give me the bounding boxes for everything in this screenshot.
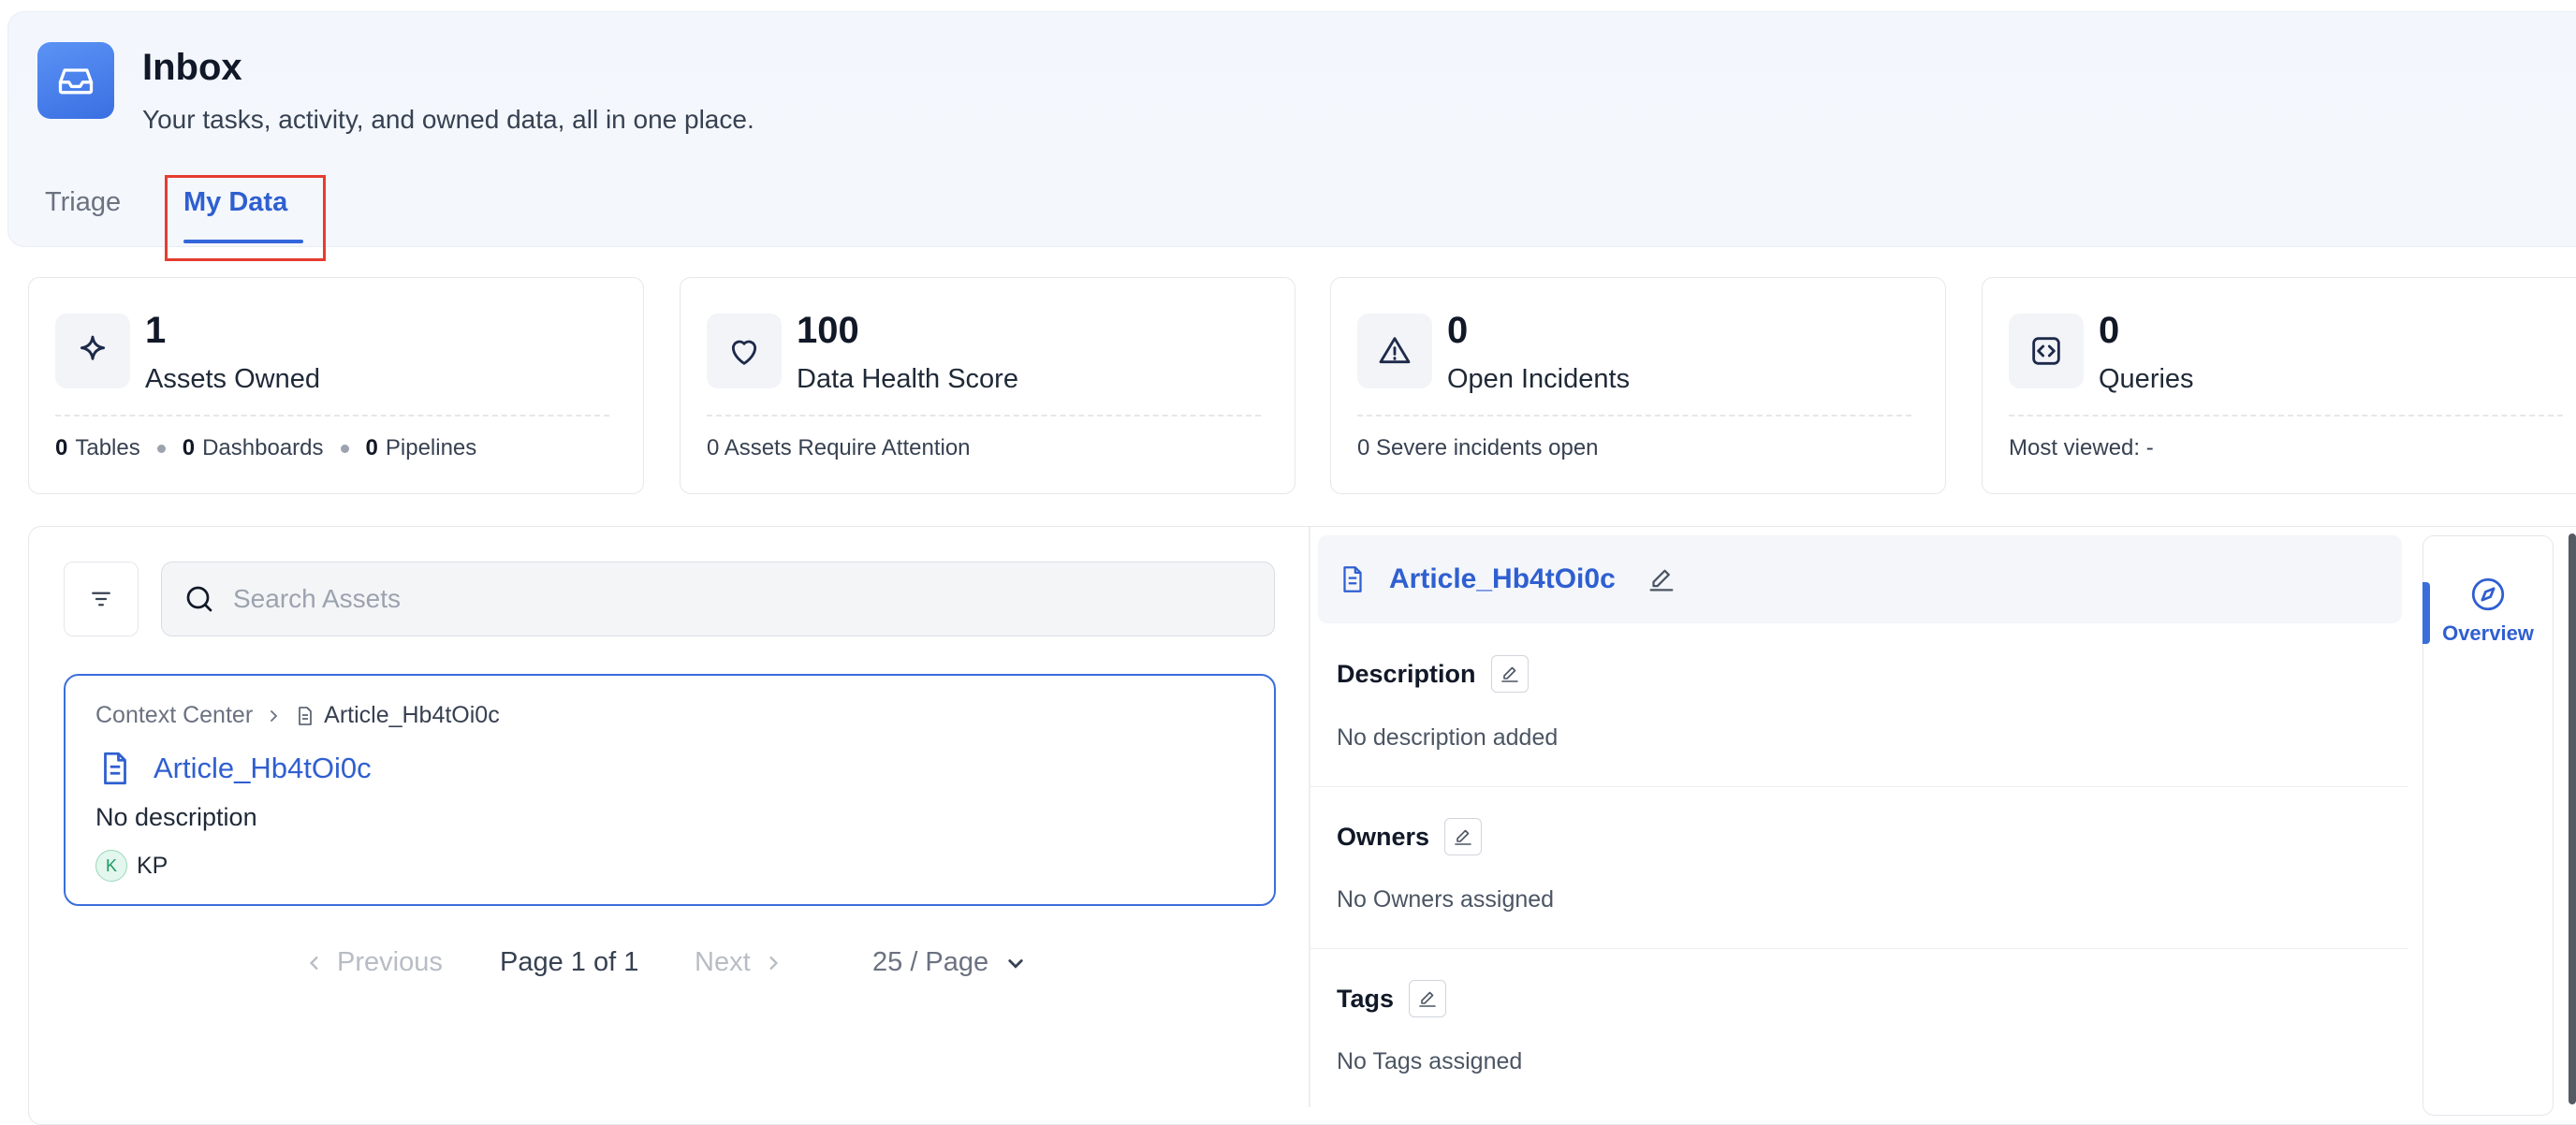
tables-label: Tables: [75, 435, 140, 460]
asset-card[interactable]: Context Center Article_Hb4tOi0c Article_…: [64, 674, 1276, 906]
dashboards-count: 0: [182, 435, 196, 460]
avatar: K: [95, 850, 127, 882]
next-label: Next: [695, 947, 751, 977]
edit-owners-button[interactable]: [1444, 818, 1483, 855]
description-section-title: Description: [1337, 655, 1529, 693]
stat-label: Data Health Score: [797, 364, 1018, 394]
rail-item-overview[interactable]: Overview: [2434, 575, 2542, 646]
previous-page-button[interactable]: Previous: [301, 947, 443, 978]
edit-tags-button[interactable]: [1409, 980, 1447, 1017]
tab-triage[interactable]: Triage: [45, 187, 121, 218]
previous-label: Previous: [337, 947, 443, 977]
section-divider: [1310, 786, 2408, 787]
stat-label: Assets Owned: [145, 364, 320, 394]
chevron-right-icon: [271, 709, 278, 722]
active-rail-indicator: [2422, 582, 2430, 644]
stat-value: 100: [797, 310, 859, 351]
next-page-button[interactable]: Next: [695, 947, 786, 978]
stat-footer: Most viewed: -: [2009, 435, 2154, 460]
separator-dot: [156, 444, 166, 453]
search-box: [161, 562, 1275, 636]
inbox-icon: [37, 42, 114, 119]
stat-footer: 0 Assets Require Attention: [707, 435, 971, 460]
asset-description: No description: [95, 803, 257, 831]
panel-divider: [1309, 527, 1310, 1107]
stat-card-assets-owned: 1 Assets Owned 0 Tables 0 Dashboards 0 P…: [28, 277, 644, 494]
page-size-label: 25 / Page: [872, 947, 989, 977]
chevron-left-icon: [309, 956, 318, 970]
detail-header: Article_Hb4tOi0c: [1318, 535, 2402, 623]
edit-icon: [1500, 666, 1518, 682]
filter-button[interactable]: [64, 562, 139, 636]
breadcrumb: Context Center Article_Hb4tOi0c: [95, 702, 500, 729]
edit-description-button[interactable]: [1490, 655, 1529, 693]
chevron-right-icon: [769, 956, 778, 970]
page-info: Page 1 of 1: [500, 947, 639, 977]
breadcrumb-root[interactable]: Context Center: [95, 702, 253, 729]
chevron-down-icon: [1008, 958, 1023, 969]
heart-icon: [707, 314, 782, 388]
pipelines-label: Pipelines: [385, 435, 477, 460]
separator-dot: [340, 444, 349, 453]
stat-divider: [707, 415, 1261, 416]
compass-icon: [2471, 577, 2505, 611]
breadcrumb-current: Article_Hb4tOi0c: [324, 702, 500, 728]
stat-divider: [2009, 415, 2563, 416]
filter-icon: [92, 592, 110, 606]
edit-icon: [1419, 991, 1436, 1007]
document-icon: [1343, 566, 1362, 592]
owner-name[interactable]: KP: [137, 853, 168, 880]
stat-card-data-health: 100 Data Health Score 0 Assets Require A…: [680, 277, 1295, 494]
asset-title-link[interactable]: Article_Hb4tOi0c: [154, 752, 372, 785]
stat-divider: [1357, 415, 1911, 416]
stat-label: Open Incidents: [1447, 364, 1631, 394]
tables-count: 0: [55, 435, 68, 460]
sparkle-icon: [55, 314, 130, 388]
scrollbar[interactable]: [2569, 533, 2576, 1104]
asset-title-row: Article_Hb4tOi0c: [95, 749, 372, 788]
stat-footer: 0 Tables 0 Dashboards 0 Pipelines: [55, 435, 476, 461]
highlight-annotation-box: [165, 175, 326, 261]
edit-icon: [1455, 829, 1471, 845]
detail-title-link[interactable]: Article_Hb4tOi0c: [1389, 563, 1616, 595]
description-title: Description: [1337, 659, 1476, 688]
description-empty: No description added: [1337, 724, 1559, 751]
warning-icon: [1357, 314, 1432, 388]
stat-divider: [55, 415, 609, 416]
document-icon: [299, 706, 312, 725]
stat-value: 0: [1447, 310, 1469, 351]
rail-label: Overview: [2442, 621, 2534, 645]
owners-empty: No Owners assigned: [1337, 886, 1555, 913]
edit-icon: [1649, 569, 1674, 592]
search-icon: [186, 586, 212, 612]
code-icon: [2009, 314, 2084, 388]
stat-label: Queries: [2099, 364, 2194, 394]
page-size-select[interactable]: 25 / Page: [872, 947, 1030, 978]
search-input[interactable]: [233, 584, 1244, 614]
stat-footer: 0 Severe incidents open: [1357, 435, 1599, 460]
section-divider: [1310, 948, 2408, 949]
stat-card-open-incidents: 0 Open Incidents 0 Severe incidents open: [1330, 277, 1946, 494]
pipelines-count: 0: [365, 435, 378, 460]
tags-empty: No Tags assigned: [1337, 1048, 1523, 1074]
page-title: Inbox: [142, 47, 242, 88]
stat-card-queries: 0 Queries Most viewed: -: [1982, 277, 2576, 494]
stat-value: 0: [2099, 310, 2120, 351]
tags-section-title: Tags: [1337, 980, 1447, 1017]
document-icon: [104, 752, 126, 785]
tags-title: Tags: [1337, 984, 1395, 1013]
owners-section-title: Owners: [1337, 818, 1483, 855]
owner-row: K KP: [95, 850, 168, 882]
owners-title: Owners: [1337, 822, 1430, 851]
stat-value: 1: [145, 310, 167, 351]
page-subtitle: Your tasks, activity, and owned data, al…: [142, 105, 754, 134]
dashboards-label: Dashboards: [202, 435, 324, 460]
